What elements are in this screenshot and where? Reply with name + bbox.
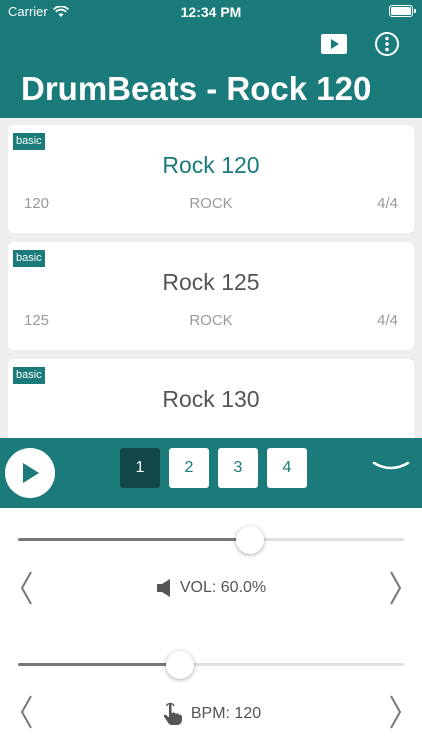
play-icon: [23, 463, 39, 483]
more-vertical-icon: [375, 32, 399, 56]
beat-name: Rock 130: [162, 386, 260, 412]
video-button[interactable]: [319, 30, 349, 58]
collapse-button[interactable]: [372, 456, 410, 476]
beat-list: basic Rock 120 120 ROCK 4/4 basic Rock 1…: [0, 118, 422, 438]
play-button[interactable]: [5, 448, 55, 498]
bar-button-1[interactable]: 1: [120, 448, 160, 488]
controls-panel: VOL: 60.0% BPM: 120: [0, 508, 422, 750]
volume-increase-chevron-right-icon[interactable]: [388, 570, 404, 606]
volume-readout: VOL: 60.0%: [0, 578, 422, 598]
bar-button-4[interactable]: 4: [267, 448, 307, 488]
chevron-down-icon: [372, 461, 410, 470]
volume-track-fill: [18, 538, 250, 541]
beat-badge: basic: [13, 250, 45, 267]
player-bar: 1 2 3 4: [0, 438, 422, 508]
status-time: 12:34 PM: [180, 4, 242, 20]
beat-name: Rock 125: [162, 269, 260, 295]
video-play-icon: [321, 34, 347, 54]
beat-card-rock-130[interactable]: basic Rock 130: [8, 359, 414, 438]
battery-icon: [389, 5, 416, 17]
navigation-bar: DrumBeats - Rock 120: [0, 22, 422, 118]
speaker-icon: [156, 579, 170, 597]
volume-thumb[interactable]: [235, 526, 264, 554]
bpm-track-fill: [18, 663, 181, 666]
more-options-button[interactable]: [372, 30, 402, 58]
beat-signature: 4/4: [377, 312, 398, 329]
bpm-readout[interactable]: BPM: 120: [0, 702, 422, 726]
beat-genre: ROCK: [189, 312, 233, 329]
bar-button-3[interactable]: 3: [218, 448, 258, 488]
beat-card-rock-125[interactable]: basic Rock 125 125 ROCK 4/4: [8, 242, 414, 350]
beat-signature: 4/4: [377, 195, 398, 212]
beat-badge: basic: [13, 133, 45, 150]
tap-hand-icon: [163, 702, 182, 725]
bpm-thumb[interactable]: [166, 651, 195, 679]
bpm-increase-chevron-right-icon[interactable]: [388, 694, 404, 730]
beat-genre: ROCK: [189, 195, 233, 212]
page-title: DrumBeats - Rock 120: [21, 70, 372, 107]
volume-label: VOL: 60.0%: [179, 579, 267, 596]
bar-button-2[interactable]: 2: [169, 448, 209, 488]
beat-badge: basic: [13, 367, 45, 384]
beat-name: Rock 120: [162, 152, 260, 178]
bpm-slider[interactable]: [18, 649, 404, 679]
beat-card-rock-120[interactable]: basic Rock 120 120 ROCK 4/4: [8, 125, 414, 233]
bpm-label: BPM: 120: [190, 705, 262, 722]
volume-slider[interactable]: [18, 524, 404, 554]
status-bar: Carrier 12:34 PM: [0, 0, 422, 22]
